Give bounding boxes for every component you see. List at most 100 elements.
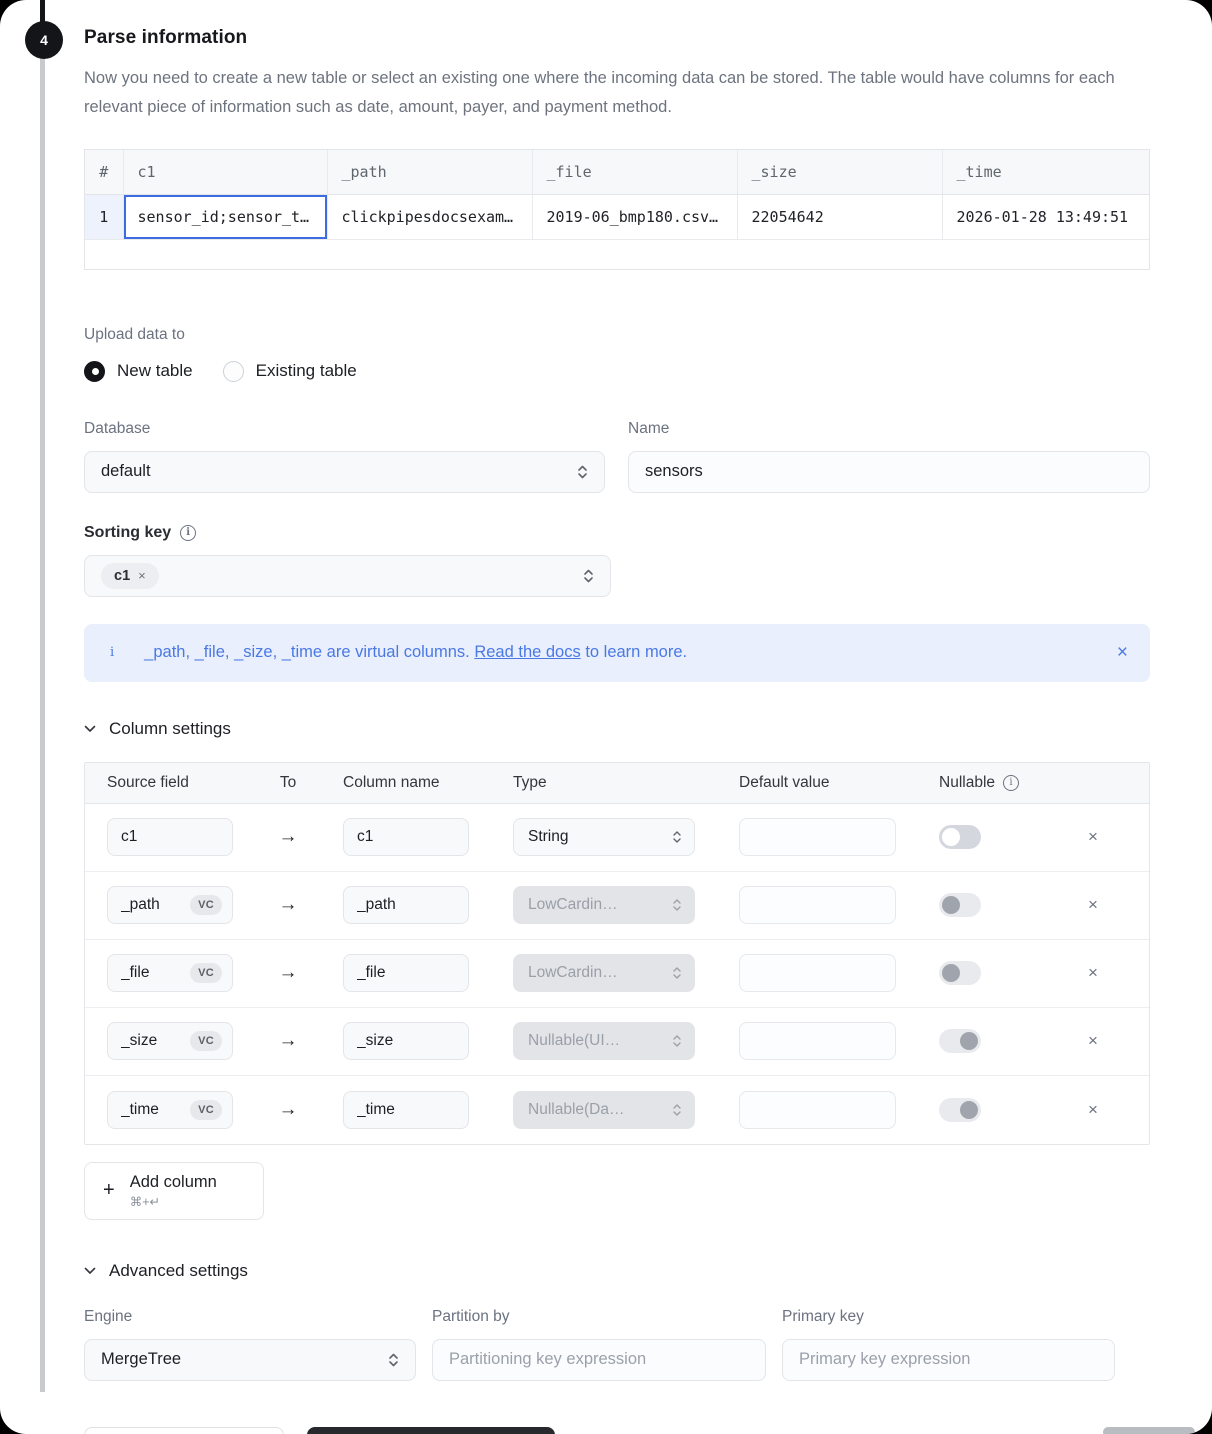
step-number-badge: 4 — [25, 21, 63, 59]
column-name-input[interactable]: _file — [343, 954, 469, 992]
chevron-updown-icon — [583, 567, 594, 585]
banner-close-icon[interactable]: × — [1117, 642, 1128, 664]
engine-select[interactable]: MergeTree — [84, 1339, 416, 1381]
stepper-line — [40, 0, 45, 1392]
details-and-settings-button[interactable]: Details and settings → — [307, 1427, 555, 1434]
source-field-input[interactable]: _sizeVC — [107, 1022, 233, 1060]
source-field-value: _path — [121, 896, 190, 914]
engine-selected-value: MergeTree — [101, 1350, 388, 1369]
default-value-input[interactable] — [739, 818, 896, 856]
chevron-down-icon — [84, 725, 96, 733]
type-select: LowCardin… — [513, 954, 695, 992]
banner-info-icon: i — [110, 645, 114, 660]
arrow-right-icon: → — [279, 826, 298, 848]
type-value: Nullable(UI… — [528, 1032, 672, 1050]
remove-column-icon[interactable]: × — [1088, 1100, 1098, 1120]
col-header-index: # — [85, 150, 123, 194]
page-title: Parse information — [84, 0, 1150, 49]
type-value: Nullable(Da… — [528, 1101, 672, 1119]
upload-data-to-label: Upload data to — [84, 326, 1150, 344]
cell-path[interactable]: clickpipesdocsexam… — [327, 194, 532, 239]
chevron-updown-icon — [388, 1351, 399, 1369]
column-row-file: _fileVC → _file LowCardin… × — [85, 940, 1149, 1008]
database-select[interactable]: default — [84, 451, 605, 493]
wizard-card: 4 Parse information Now you need to crea… — [0, 0, 1212, 1434]
col-header-size: _size — [737, 150, 942, 194]
cell-file[interactable]: 2019-06_bmp180.csv… — [532, 194, 737, 239]
column-row-size: _sizeVC → _size Nullable(UI… × — [85, 1008, 1149, 1076]
primary-key-input[interactable] — [782, 1339, 1115, 1381]
source-field-input[interactable]: _pathVC — [107, 886, 233, 924]
chip-remove-icon[interactable]: × — [138, 568, 146, 583]
row-index-cell: 1 — [85, 194, 123, 239]
default-value-input[interactable] — [739, 886, 896, 924]
radio-new-table-label: New table — [117, 361, 193, 381]
cell-time[interactable]: 2026-01-28 13:49:51 — [942, 194, 1149, 239]
nullable-toggle[interactable] — [939, 825, 981, 849]
arrow-right-icon: → — [279, 1099, 298, 1121]
header-nullable-text: Nullable — [939, 774, 995, 792]
nullable-toggle — [939, 961, 981, 985]
sorting-key-label: Sorting key i — [84, 524, 196, 542]
nullable-toggle — [939, 1029, 981, 1053]
header-type: Type — [513, 774, 695, 792]
preview-header-row: # c1 _path _file _size _time — [85, 150, 1149, 194]
column-row-path: _pathVC → _path LowCardin… × — [85, 872, 1149, 940]
incoming-data-button[interactable]: ← Incoming data — [84, 1427, 284, 1434]
column-name-input[interactable]: _path — [343, 886, 469, 924]
virtual-column-badge: VC — [190, 1100, 222, 1120]
col-header-c1: c1 — [123, 150, 327, 194]
column-name-input[interactable]: _size — [343, 1022, 469, 1060]
source-field-input[interactable]: _timeVC — [107, 1091, 233, 1129]
virtual-column-badge: VC — [190, 963, 222, 983]
radio-existing-table-control[interactable] — [223, 361, 244, 382]
cell-c1[interactable]: sensor_id;sensor_t… — [123, 194, 327, 239]
header-source-field: Source field — [107, 774, 233, 792]
table-name-input[interactable] — [628, 451, 1150, 493]
remove-column-icon[interactable]: × — [1088, 827, 1098, 847]
remove-column-icon[interactable]: × — [1088, 963, 1098, 983]
add-column-button[interactable]: + Add column ⌘+↵ — [84, 1162, 264, 1220]
header-nullable: Nullable i — [939, 774, 981, 792]
column-settings-table: Source field To Column name Type Default… — [84, 762, 1150, 1145]
advanced-settings-toggle[interactable]: Advanced settings — [84, 1261, 1150, 1281]
type-select: Nullable(Da… — [513, 1091, 695, 1129]
source-field-input[interactable]: _fileVC — [107, 954, 233, 992]
source-field-value: c1 — [121, 828, 222, 846]
sorting-key-select[interactable]: c1 × — [84, 555, 611, 597]
radio-new-table[interactable]: New table — [84, 361, 193, 382]
default-value-input[interactable] — [739, 1091, 896, 1129]
remove-column-icon[interactable]: × — [1088, 895, 1098, 915]
radio-existing-table[interactable]: Existing table — [223, 361, 357, 382]
read-the-docs-link[interactable]: Read the docs — [474, 643, 580, 661]
column-settings-toggle[interactable]: Column settings — [84, 719, 1150, 739]
default-value-input[interactable] — [739, 954, 896, 992]
info-icon[interactable]: i — [1003, 775, 1019, 791]
header-column-name: Column name — [343, 774, 469, 792]
column-name-input[interactable]: _time — [343, 1091, 469, 1129]
info-icon[interactable]: i — [180, 525, 196, 541]
add-column-shortcut: ⌘+↵ — [130, 1194, 217, 1209]
source-field-input[interactable]: c1 — [107, 818, 233, 856]
remove-column-icon[interactable]: × — [1088, 1031, 1098, 1051]
add-column-label: Add column — [130, 1172, 217, 1192]
source-field-value: _size — [121, 1032, 190, 1050]
type-select[interactable]: String — [513, 818, 695, 856]
column-name-value: _file — [357, 964, 458, 982]
default-value-input[interactable] — [739, 1022, 896, 1060]
col-header-time: _time — [942, 150, 1149, 194]
column-name-value: c1 — [357, 828, 458, 846]
sorting-key-chip-label: c1 — [114, 568, 130, 584]
arrow-right-icon: → — [279, 962, 298, 984]
column-row-c1: c1 → c1 String × — [85, 804, 1149, 872]
cell-size[interactable]: 22054642 — [737, 194, 942, 239]
type-value: LowCardin… — [528, 964, 672, 982]
banner-text: _path, _file, _size, _time are virtual c… — [144, 643, 687, 662]
partition-by-input[interactable] — [432, 1339, 766, 1381]
column-name-value: _time — [357, 1101, 458, 1119]
database-selected-value: default — [101, 462, 577, 481]
page-description: Now you need to create a new table or se… — [84, 64, 1132, 122]
column-name-input[interactable]: c1 — [343, 818, 469, 856]
name-label: Name — [628, 420, 1150, 438]
radio-new-table-control[interactable] — [84, 361, 105, 382]
